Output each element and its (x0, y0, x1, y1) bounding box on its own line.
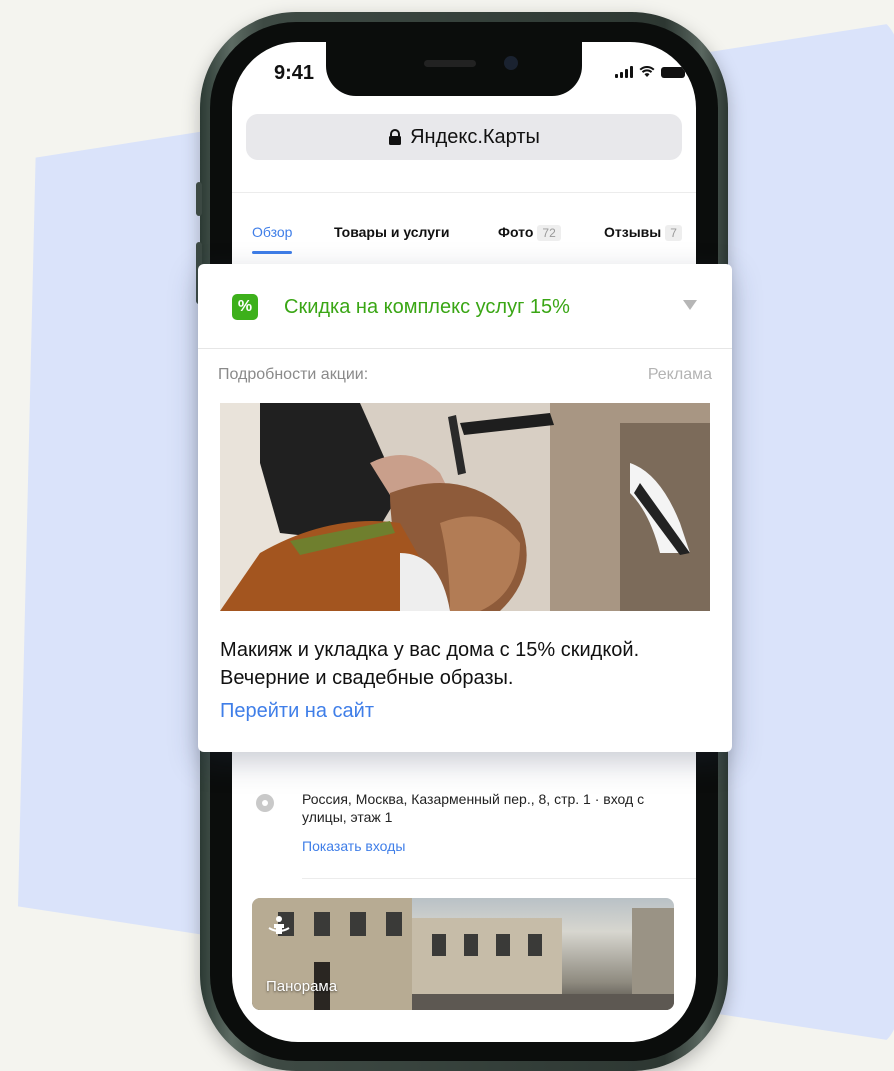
tab-label: Товары и услуги (334, 224, 450, 240)
header-divider (232, 192, 696, 193)
front-camera (504, 56, 518, 70)
panorama-icon (266, 912, 292, 938)
location-pin-icon (256, 794, 274, 812)
panorama-street (412, 994, 674, 1010)
promo-title[interactable]: Скидка на комплекс услуг 15% (284, 296, 570, 319)
address-text: Россия, Москва, Казарменный пер., 8, стр… (302, 791, 645, 825)
go-to-site-link[interactable]: Перейти на сайт (220, 700, 374, 723)
review-count-badge: 7 (665, 225, 682, 241)
panorama-window (350, 912, 366, 936)
tab-overview[interactable]: Обзор (252, 224, 293, 254)
panorama-window (386, 912, 402, 936)
panorama-window (528, 934, 542, 956)
status-time: 9:41 (274, 62, 315, 84)
promo-card: % Скидка на комплекс услуг 15% Подробнос… (198, 264, 732, 752)
battery-icon (661, 67, 685, 78)
show-entries-link[interactable]: Показать входы (302, 838, 405, 854)
panorama-window (496, 934, 510, 956)
promo-divider (198, 348, 732, 349)
panorama-window (432, 934, 446, 956)
photo-count-badge: 72 (537, 225, 561, 241)
ad-label: Реклама (647, 366, 712, 383)
panorama-label: Панорама (266, 978, 338, 995)
tab-bar: Обзор Товары и услуги Фото 72 Отзывы 7 (232, 212, 696, 254)
promo-photo[interactable] (220, 403, 710, 611)
tab-label: Обзор (252, 224, 293, 240)
promo-details-label: Подробности акции: (218, 366, 369, 383)
chevron-down-icon[interactable] (683, 300, 697, 310)
tab-reviews[interactable]: Отзывы 7 (604, 224, 682, 241)
wifi-icon (639, 66, 655, 77)
signal-icon (615, 66, 633, 78)
promo-description: Макияж и укладка у вас дома с 15% скидко… (220, 639, 640, 689)
site-title: Яндекс.Карты (410, 125, 540, 148)
panorama-window (314, 912, 330, 936)
tab-photos[interactable]: Фото 72 (498, 224, 561, 241)
phone-side-button (196, 182, 202, 216)
address-divider (302, 878, 696, 879)
speaker (424, 60, 476, 67)
status-icons (615, 66, 685, 78)
tab-label: Фото (498, 224, 534, 240)
panorama-window (464, 934, 478, 956)
tab-goods-services[interactable]: Товары и услуги (334, 224, 449, 240)
lock-icon (389, 129, 402, 145)
notch (326, 42, 582, 96)
tab-label: Отзывы (604, 224, 662, 240)
makeup-artist-photo (220, 403, 710, 611)
address-bar[interactable]: Яндекс.Карты (246, 114, 682, 160)
panorama-preview[interactable]: Панорама (252, 898, 674, 1010)
discount-icon: % (232, 294, 258, 320)
